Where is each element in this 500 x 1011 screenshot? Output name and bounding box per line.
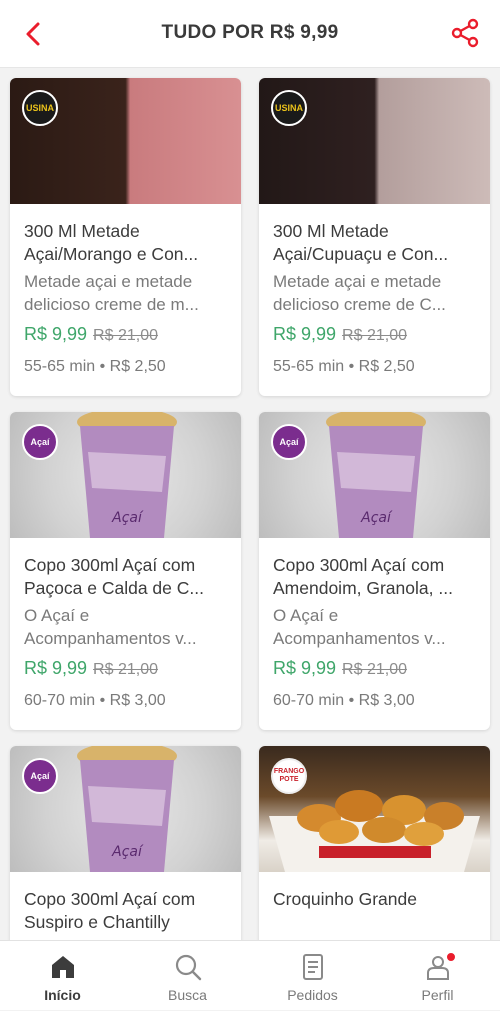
store-logo: USINA xyxy=(271,90,307,126)
product-card[interactable]: Açaí Açaí Copo 300ml Açaí com Amendoim, … xyxy=(259,412,490,730)
product-image: Açaí Açaí xyxy=(259,412,490,538)
svg-text:Açaí: Açaí xyxy=(111,510,144,526)
product-price: R$ 9,99 xyxy=(273,324,336,344)
price-row: R$ 9,99 R$ 21,00 xyxy=(273,658,476,682)
tab-label: Pedidos xyxy=(250,987,375,1003)
product-card[interactable]: Açaí Açaí Copo 300ml Açaí com Suspiro e … xyxy=(10,746,241,940)
tab-pedidos[interactable]: Pedidos xyxy=(250,941,375,1011)
product-old-price: R$ 21,00 xyxy=(93,327,158,344)
product-image: FRANGO POTE xyxy=(259,746,490,872)
product-image: Açaí Açaí xyxy=(10,746,241,872)
store-logo: Açaí xyxy=(22,758,58,794)
product-card[interactable]: USINA 300 Ml Metade Açai/Morango e Con..… xyxy=(10,78,241,396)
svg-text:Açaí: Açaí xyxy=(360,510,393,526)
top-bar: TUDO POR R$ 9,99 xyxy=(0,0,500,68)
product-description: O Açaí e Acompanhamentos v... xyxy=(24,604,227,650)
share-icon[interactable] xyxy=(450,18,480,48)
delivery-info: 55-65 min • R$ 2,50 xyxy=(24,358,227,380)
product-name: Copo 300ml Açaí com Paçoca e Calda de C.… xyxy=(24,554,227,600)
store-logo: Açaí xyxy=(271,424,307,460)
svg-text:Açaí: Açaí xyxy=(111,844,144,860)
acai-cup-image: Açaí xyxy=(76,746,178,872)
orders-icon xyxy=(299,953,327,981)
tab-label: Busca xyxy=(125,987,250,1003)
product-price: R$ 9,99 xyxy=(24,658,87,678)
product-name: Copo 300ml Açaí com Amendoim, Granola, .… xyxy=(273,554,476,600)
product-image: USINA xyxy=(259,78,490,204)
delivery-info: 60-70 min • R$ 3,00 xyxy=(273,692,476,714)
product-grid: USINA 300 Ml Metade Açai/Morango e Con..… xyxy=(0,68,500,940)
price-row: R$ 9,99 R$ 21,00 xyxy=(273,324,476,348)
tab-label: Perfil xyxy=(375,987,500,1003)
price-row: R$ 9,99 R$ 21,00 xyxy=(24,658,227,682)
product-price: R$ 9,99 xyxy=(273,658,336,678)
price-row: R$ 9,99 R$ 21,00 xyxy=(24,324,227,348)
tab-perfil[interactable]: Perfil xyxy=(375,941,500,1011)
home-icon xyxy=(49,953,77,981)
product-description: O Açaí e Acompanhamentos v... xyxy=(273,604,476,650)
tab-busca[interactable]: Busca xyxy=(125,941,250,1011)
product-price: R$ 9,99 xyxy=(24,324,87,344)
delivery-info: 55-65 min • R$ 2,50 xyxy=(273,358,476,380)
product-image: Açaí Açaí xyxy=(10,412,241,538)
product-name: 300 Ml Metade Açai/Morango e Con... xyxy=(24,220,227,266)
store-logo: FRANGO POTE xyxy=(271,758,307,794)
delivery-info: 60-70 min • R$ 3,00 xyxy=(24,692,227,714)
store-logo: USINA xyxy=(22,90,58,126)
product-name: Copo 300ml Açaí com Suspiro e Chantilly xyxy=(24,888,227,934)
product-image: USINA xyxy=(10,78,241,204)
product-name: Croquinho Grande xyxy=(273,888,476,934)
search-icon xyxy=(174,953,202,981)
tab-inicio[interactable]: Início xyxy=(0,941,125,1011)
store-logo: Açaí xyxy=(22,424,58,460)
product-old-price: R$ 21,00 xyxy=(342,661,407,678)
product-old-price: R$ 21,00 xyxy=(93,661,158,678)
product-card[interactable]: USINA 300 Ml Metade Açai/Cupuaçu e Con..… xyxy=(259,78,490,396)
notification-dot xyxy=(445,951,457,963)
acai-cup-image: Açaí xyxy=(325,412,427,538)
bottom-tab-bar: Início Busca Pedidos Perfil xyxy=(0,940,500,1010)
product-description: Metade açai e metade delicioso creme de … xyxy=(24,270,227,316)
tab-label: Início xyxy=(0,987,125,1003)
product-card[interactable]: Açaí Açaí Copo 300ml Açaí com Paçoca e C… xyxy=(10,412,241,730)
product-old-price: R$ 21,00 xyxy=(342,327,407,344)
page-title: TUDO POR R$ 9,99 xyxy=(0,22,500,44)
product-card[interactable]: FRANGO POTE Croquinho Grande xyxy=(259,746,490,940)
acai-cup-image: Açaí xyxy=(76,412,178,538)
product-description: Metade açai e metade delicioso creme de … xyxy=(273,270,476,316)
product-name: 300 Ml Metade Açai/Cupuaçu e Con... xyxy=(273,220,476,266)
